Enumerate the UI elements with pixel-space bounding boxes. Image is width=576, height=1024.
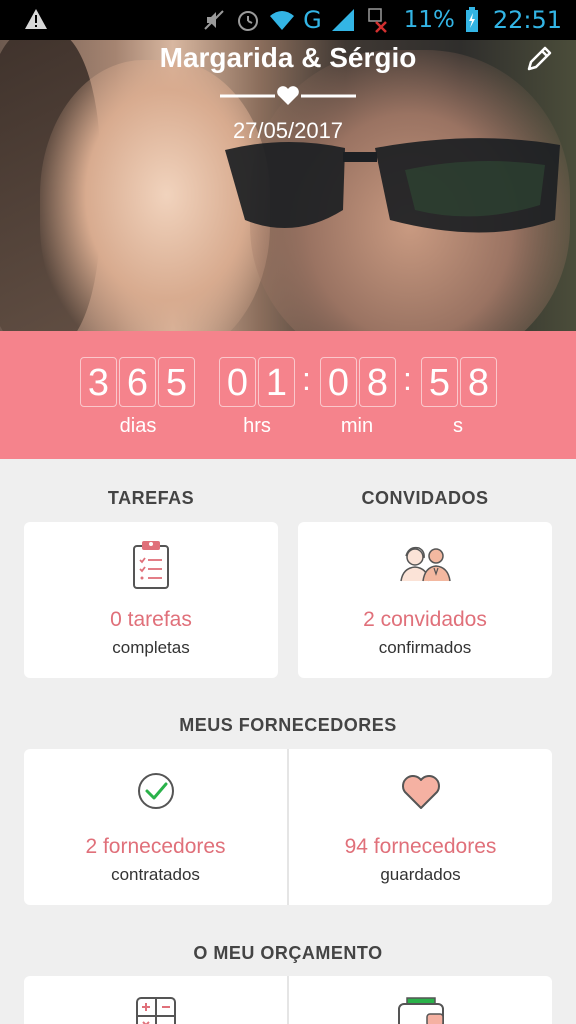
countdown-digit: 8 — [460, 357, 497, 407]
guests-heading: CONVIDADOS — [361, 488, 489, 508]
couple-photo-header: Margarida & Sérgio 27/05/2017 — [0, 40, 576, 331]
guests-couple-icon — [400, 546, 451, 582]
wallet-icon — [397, 997, 444, 1024]
vendors-hired-count: 2 fornecedores — [85, 835, 226, 858]
countdown-panel: 3 6 5 0 1 : 0 8 : 5 8 dias hrs min s — [0, 331, 576, 459]
vendors-saved-tile[interactable]: 94 fornecedores guardados — [289, 749, 552, 905]
vendors-heading: MEUS FORNECEDORES — [179, 715, 397, 735]
check-circle-icon — [137, 773, 174, 809]
countdown-digit: 5 — [158, 357, 195, 407]
edit-pencil-icon[interactable] — [524, 44, 554, 74]
network-type: G — [303, 6, 322, 34]
countdown-digit: 5 — [421, 357, 458, 407]
sim-error-icon — [367, 8, 387, 33]
guests-card[interactable]: 2 convidados confirmados — [298, 522, 552, 678]
wifi-icon — [270, 11, 295, 30]
clock: 22:51 — [492, 6, 562, 34]
guests-sub: confirmados — [378, 638, 472, 657]
countdown-days: 3 6 5 — [80, 357, 195, 407]
countdown-hours-label: hrs — [243, 415, 271, 437]
calculator-icon — [135, 997, 176, 1024]
budget-calculator-tile[interactable] — [24, 976, 287, 1024]
clipboard-icon — [133, 541, 169, 589]
photo-sunglasses — [225, 138, 560, 233]
status-icons: G 11% 22:51 — [201, 0, 562, 40]
warning-icon — [25, 9, 47, 29]
countdown-digit: 8 — [359, 357, 396, 407]
countdown-hours: 0 1 — [219, 357, 295, 407]
mute-icon — [204, 10, 224, 30]
heart-icon — [401, 775, 440, 809]
countdown-digit: 3 — [80, 357, 117, 407]
budget-wallet-tile[interactable] — [289, 976, 552, 1024]
couple-names: Margarida & Sérgio — [159, 42, 417, 73]
tasks-sub: completas — [112, 638, 190, 657]
countdown-separator: : — [403, 361, 412, 397]
tasks-count: 0 tarefas — [110, 608, 192, 631]
countdown-minutes-label: min — [340, 415, 374, 437]
vendors-hired-tile[interactable]: 2 fornecedores contratados — [24, 749, 287, 905]
countdown-minutes: 0 8 — [320, 357, 396, 407]
countdown-separator: : — [302, 361, 311, 397]
app-root: G 11% 22:51 Margarida & Sérgio 27/05/201… — [0, 0, 576, 1024]
countdown-seconds-label: s — [453, 415, 463, 437]
countdown-digit: 0 — [219, 357, 256, 407]
status-bar: G 11% 22:51 — [0, 0, 576, 40]
budget-heading: O MEU ORÇAMENTO — [193, 943, 383, 963]
countdown-digit: 0 — [320, 357, 357, 407]
vendors-saved-count: 94 fornecedores — [344, 835, 497, 858]
battery-icon — [465, 7, 478, 32]
countdown-digit: 1 — [258, 357, 295, 407]
vendors-hired-sub: contratados — [111, 865, 200, 884]
vendors-card: 2 fornecedores contratados 94 fornecedor… — [24, 749, 552, 905]
countdown-seconds: 5 8 — [421, 357, 497, 407]
heart-divider-icon — [220, 86, 356, 105]
wedding-date: 27/05/2017 — [232, 118, 344, 143]
tasks-heading: TAREFAS — [107, 488, 195, 508]
battery-percentage: 11% — [403, 7, 455, 33]
vendors-saved-sub: guardados — [380, 865, 461, 884]
countdown-days-label: dias — [119, 415, 157, 437]
signal-icon — [331, 9, 354, 31]
alarm-icon — [238, 11, 259, 31]
countdown-digit: 6 — [119, 357, 156, 407]
budget-card — [24, 976, 552, 1024]
guests-count: 2 convidados — [363, 608, 487, 631]
tasks-card[interactable]: 0 tarefas completas — [24, 522, 278, 678]
